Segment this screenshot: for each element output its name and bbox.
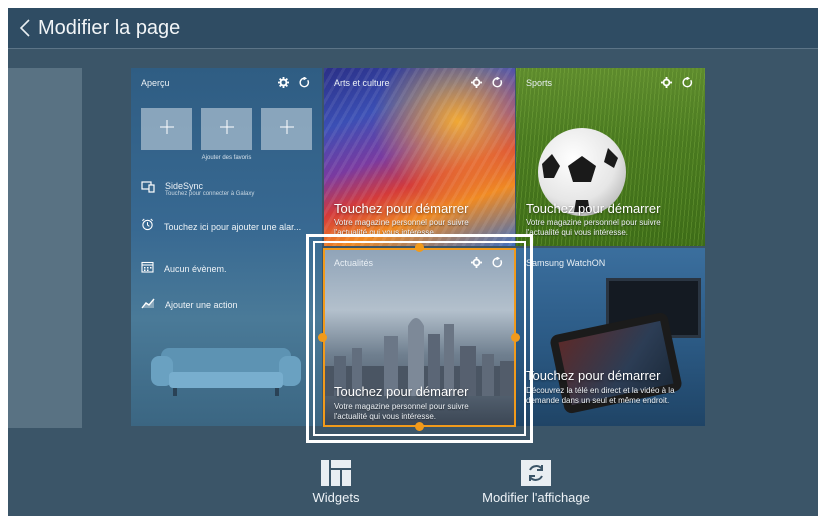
alarm-clock-icon: [141, 218, 154, 236]
watchon-panel[interactable]: Samsung WatchON Touchez pour démarrer Dé…: [516, 248, 705, 426]
widgets-label: Widgets: [312, 490, 360, 505]
action-label: Ajouter une action: [165, 300, 238, 310]
arts-headline: Touchez pour démarrer: [334, 201, 469, 216]
alarm-label: Touchez ici pour ajouter une alar...: [164, 222, 302, 232]
calendar-icon: [141, 260, 154, 278]
previous-page-preview[interactable]: [8, 68, 82, 428]
apercu-title: Aperçu: [141, 78, 170, 88]
top-bar: Modifier la page: [8, 8, 818, 49]
widgets-button[interactable]: Widgets: [302, 456, 370, 505]
resize-handle-top[interactable]: [415, 243, 424, 252]
page-title[interactable]: Modifier la page: [38, 17, 180, 40]
sidesync-icon: [141, 180, 155, 198]
widgets-icon: [321, 456, 351, 486]
arts-culture-panel[interactable]: Arts et culture Touchez pour démarrer Vo…: [324, 68, 515, 246]
edit-page-screen: Modifier la page Aperçu Ajouter des favo…: [8, 8, 818, 516]
add-favorite-tile[interactable]: [201, 108, 252, 150]
watchon-title: Samsung WatchON: [526, 258, 606, 268]
event-label: Aucun évènem.: [164, 264, 227, 274]
favorites-row: [141, 108, 312, 150]
action-row[interactable]: Ajouter une action: [141, 296, 238, 314]
gear-icon[interactable]: [471, 77, 482, 88]
sofa-illustration: [151, 348, 301, 396]
change-layout-label: Modifier l'affichage: [482, 490, 590, 505]
chart-trend-icon: [141, 296, 155, 314]
sports-headline: Touchez pour démarrer: [526, 201, 661, 216]
sports-description: Votre magazine personnel pour suivre l'a…: [526, 218, 661, 237]
event-row[interactable]: Aucun évènem.: [141, 260, 227, 278]
arts-title: Arts et culture: [334, 78, 390, 88]
resize-frame[interactable]: [323, 248, 516, 427]
plus-icon: [159, 119, 175, 140]
watchon-description: Découvrez la télé en direct et la vidéo …: [526, 386, 675, 405]
sidesync-row[interactable]: SideSync Touchez pour connecter à Galaxy: [141, 180, 254, 198]
alarm-row[interactable]: Touchez ici pour ajouter une alar...: [141, 218, 301, 236]
refresh-icon[interactable]: [682, 77, 693, 88]
add-favorite-tile[interactable]: [141, 108, 192, 150]
sidesync-label: SideSync: [165, 181, 204, 191]
layout-refresh-icon: [521, 456, 551, 486]
sidesync-sub: Touchez pour connecter à Galaxy: [165, 191, 255, 197]
refresh-icon[interactable]: [492, 77, 503, 88]
refresh-icon[interactable]: [299, 77, 310, 88]
watchon-headline: Touchez pour démarrer: [526, 368, 661, 383]
sports-title: Sports: [526, 78, 553, 88]
plus-icon: [279, 119, 295, 140]
plus-icon: [219, 119, 235, 140]
gear-icon[interactable]: [661, 77, 672, 88]
resize-handle-left[interactable]: [318, 333, 327, 342]
apercu-panel[interactable]: Aperçu Ajouter des favoris SideSync Touc…: [131, 68, 322, 426]
change-layout-button[interactable]: Modifier l'affichage: [470, 456, 602, 505]
resize-handle-bottom[interactable]: [415, 422, 424, 431]
gear-icon[interactable]: [278, 77, 289, 88]
back-chevron-icon[interactable]: [14, 13, 36, 43]
resize-handle-right[interactable]: [511, 333, 520, 342]
sports-panel[interactable]: Sports Touchez pour démarrer Votre magaz…: [516, 68, 705, 246]
add-favorite-tile[interactable]: [261, 108, 312, 150]
favorites-caption: Ajouter des favoris: [201, 155, 252, 161]
